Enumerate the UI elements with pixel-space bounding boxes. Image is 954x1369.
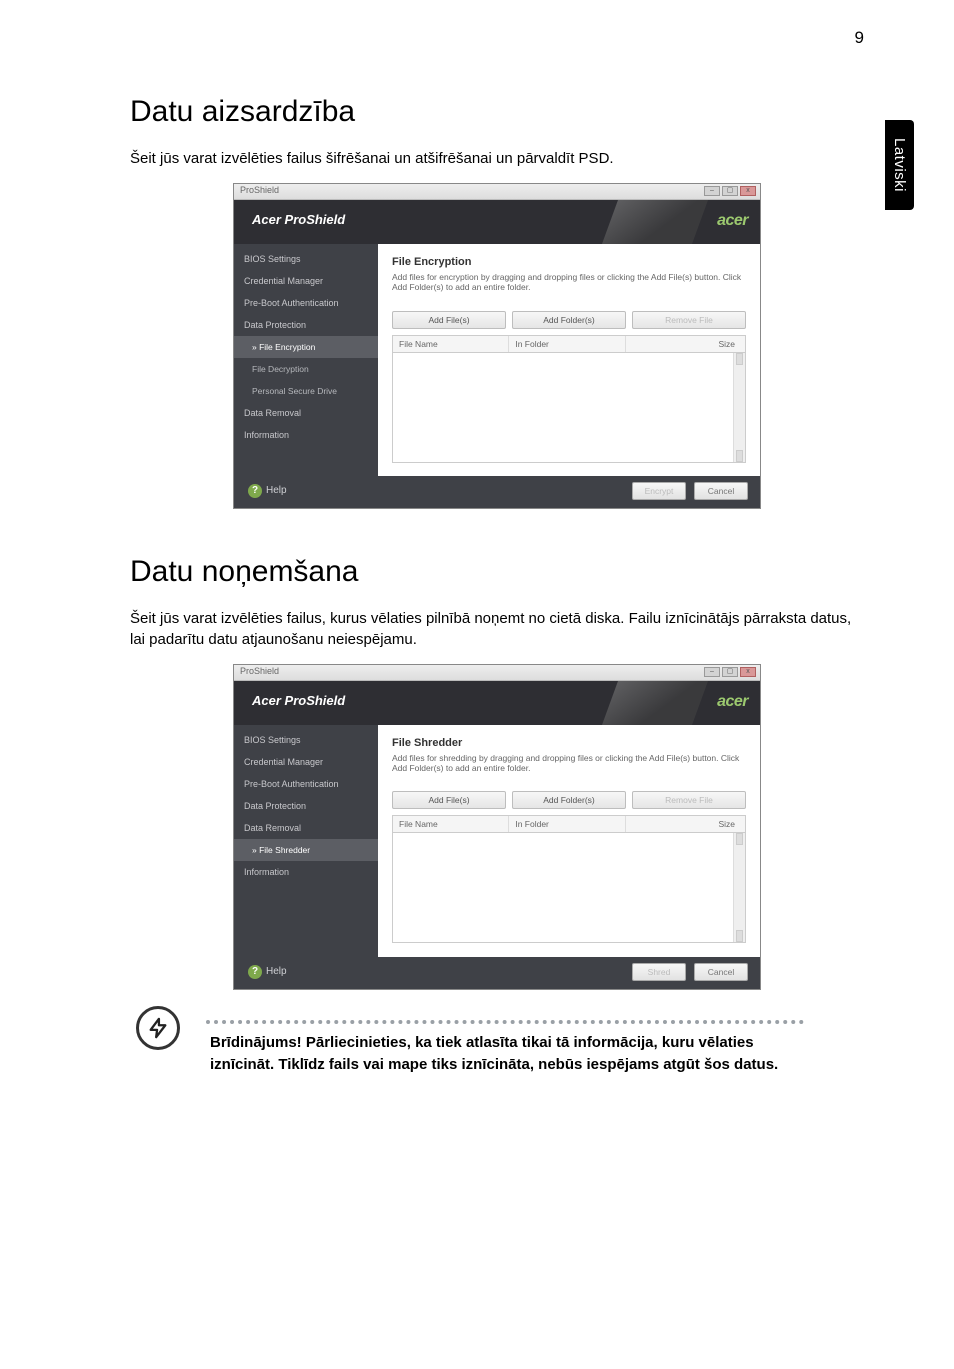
sidebar-item[interactable]: File Decryption [234, 358, 378, 380]
sidebar-item[interactable]: Data Removal [234, 402, 378, 424]
add-files-button[interactable]: Add File(s) [392, 311, 506, 329]
warning-text: Brīdinājums! Pārliecinieties, ka tiek at… [210, 1032, 864, 1076]
sidebar-item[interactable]: Credential Manager [234, 751, 378, 773]
window-titlebar: ProShield – ▢ x [234, 184, 760, 200]
section-intro-removal: Šeit jūs varat izvēlēties failus, kurus … [130, 609, 864, 650]
panel-description: Add files for shredding by dragging and … [392, 753, 746, 773]
warning-divider [206, 1020, 804, 1024]
remove-file-button[interactable]: Remove File [632, 311, 746, 329]
cancel-button[interactable]: Cancel [694, 963, 748, 981]
section-heading-removal: Datu noņemšana [130, 555, 864, 589]
banner-decoration [601, 681, 710, 725]
col-in-folder: In Folder [509, 816, 625, 832]
add-folders-button[interactable]: Add Folder(s) [512, 311, 626, 329]
help-icon: ? [248, 484, 262, 498]
file-table-body [392, 353, 746, 463]
file-table-header: File Name In Folder Size [392, 335, 746, 353]
minimize-icon[interactable]: – [704, 667, 720, 677]
window-titlebar: ProShield – ▢ x [234, 665, 760, 681]
window-footer: ?Help Encrypt Cancel [234, 476, 760, 508]
maximize-icon[interactable]: ▢ [722, 667, 738, 677]
maximize-icon[interactable]: ▢ [722, 186, 738, 196]
sidebar-item[interactable]: Pre-Boot Authentication [234, 773, 378, 795]
sidebar-item[interactable]: BIOS Settings [234, 248, 378, 270]
warning-note: Brīdinājums! Pārliecinieties, ka tiek at… [130, 1020, 864, 1076]
help-icon: ? [248, 965, 262, 979]
app-banner: Acer ProShield acer [234, 681, 760, 725]
warning-lightning-icon [136, 1006, 180, 1050]
col-file-name: File Name [393, 336, 509, 352]
brand-logo: acer [717, 212, 748, 230]
page-number: 9 [855, 28, 864, 48]
add-folders-button[interactable]: Add Folder(s) [512, 791, 626, 809]
remove-file-button[interactable]: Remove File [632, 791, 746, 809]
sidebar-item[interactable]: Information [234, 861, 378, 883]
sidebar-item[interactable]: Credential Manager [234, 270, 378, 292]
sidebar-item[interactable]: Data Protection [234, 795, 378, 817]
close-icon[interactable]: x [740, 667, 756, 677]
app-banner-title: Acer ProShield [252, 693, 345, 708]
banner-decoration [601, 200, 710, 244]
section-heading-protection: Datu aizsardzība [130, 95, 864, 129]
panel-title: File Encryption [392, 256, 746, 268]
sidebar-item[interactable]: Information [234, 424, 378, 446]
col-file-name: File Name [393, 816, 509, 832]
scrollbar[interactable] [733, 353, 745, 462]
window-controls: – ▢ x [704, 667, 756, 677]
sidebar-item[interactable]: Data Protection [234, 314, 378, 336]
help-link[interactable]: ?Help [248, 965, 287, 979]
encrypt-button[interactable]: Encrypt [632, 482, 686, 500]
file-table-body [392, 833, 746, 943]
cancel-button[interactable]: Cancel [694, 482, 748, 500]
panel-description: Add files for encryption by dragging and… [392, 272, 746, 292]
shred-button[interactable]: Shred [632, 963, 686, 981]
screenshot-file-encryption: ProShield – ▢ x Acer ProShield acer BIOS… [233, 183, 761, 509]
app-banner-title: Acer ProShield [252, 212, 345, 227]
sidebar-item[interactable]: Pre-Boot Authentication [234, 292, 378, 314]
language-side-tab: Latviski [885, 120, 914, 210]
sidebar-nav: BIOS SettingsCredential ManagerPre-Boot … [234, 725, 378, 957]
brand-logo: acer [717, 693, 748, 711]
panel-title: File Shredder [392, 737, 746, 749]
screenshot-file-shredder: ProShield – ▢ x Acer ProShield acer BIOS… [233, 664, 761, 990]
sidebar-item[interactable]: Personal Secure Drive [234, 380, 378, 402]
minimize-icon[interactable]: – [704, 186, 720, 196]
scrollbar[interactable] [733, 833, 745, 942]
col-in-folder: In Folder [509, 336, 625, 352]
window-title: ProShield [240, 666, 279, 676]
col-size: Size [626, 816, 745, 832]
sidebar-item[interactable]: BIOS Settings [234, 729, 378, 751]
window-controls: – ▢ x [704, 186, 756, 196]
file-table-header: File Name In Folder Size [392, 815, 746, 833]
sidebar-item[interactable]: Data Removal [234, 817, 378, 839]
sidebar-item[interactable]: » File Encryption [234, 336, 378, 358]
window-title: ProShield [240, 185, 279, 195]
app-banner: Acer ProShield acer [234, 200, 760, 244]
sidebar-nav: BIOS SettingsCredential ManagerPre-Boot … [234, 244, 378, 476]
sidebar-item[interactable]: » File Shredder [234, 839, 378, 861]
window-footer: ?Help Shred Cancel [234, 957, 760, 989]
col-size: Size [626, 336, 745, 352]
close-icon[interactable]: x [740, 186, 756, 196]
add-files-button[interactable]: Add File(s) [392, 791, 506, 809]
section-intro-protection: Šeit jūs varat izvēlēties failus šifrēša… [130, 149, 864, 169]
help-link[interactable]: ?Help [248, 484, 287, 498]
